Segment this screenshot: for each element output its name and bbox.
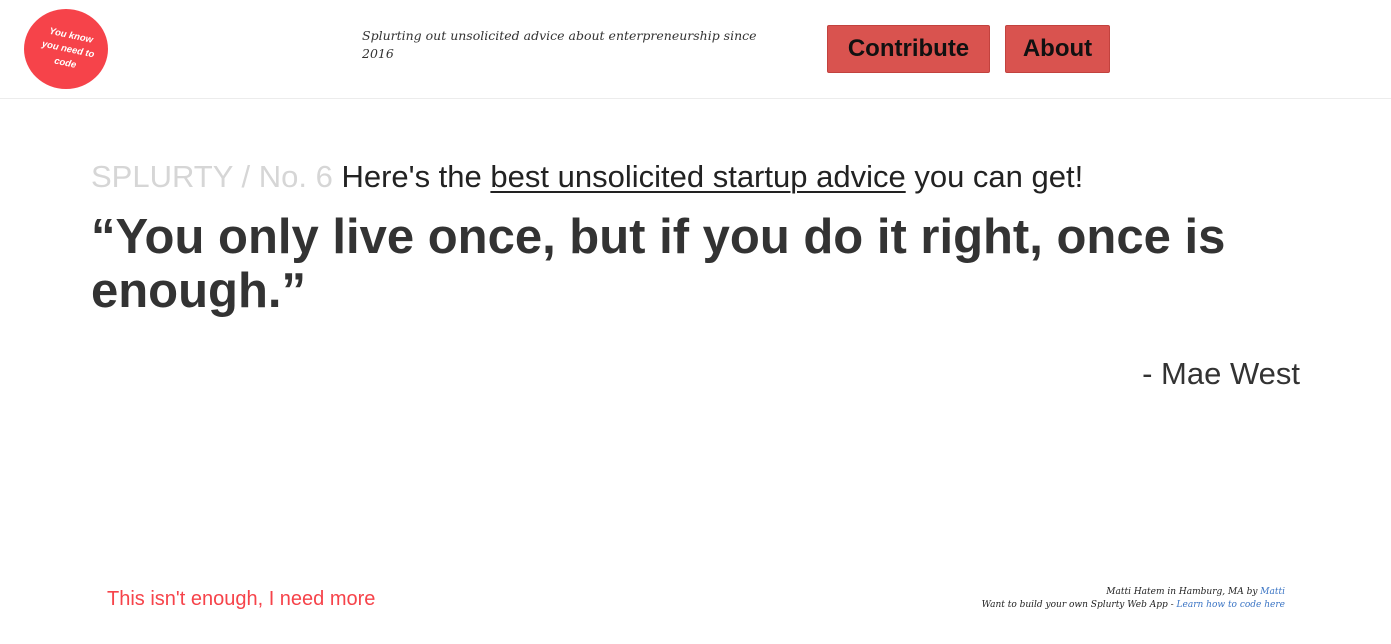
site-header: You know you need to code Splurting out …: [0, 0, 1391, 99]
intro-heading: SPLURTY / No. 6 Here's the best unsolici…: [91, 158, 1083, 196]
site-tagline: Splurting out unsolicited advice about e…: [362, 28, 757, 61]
credit-line-learn: Want to build your own Splurty Web App -…: [982, 599, 1285, 612]
credit-line-author: Matti Hatem in Hamburg, MA by Matti: [982, 586, 1285, 599]
quote-text: “You only live once, but if you do it ri…: [91, 210, 1226, 318]
more-quotes-link[interactable]: This isn't enough, I need more: [107, 587, 375, 611]
about-button[interactable]: About: [1005, 25, 1110, 73]
brand-name: SPLURTY: [91, 159, 233, 194]
footer-credits: Matti Hatem in Hamburg, MA by Matti Want…: [982, 586, 1285, 612]
advice-link[interactable]: best unsolicited startup advice: [490, 159, 905, 194]
credit-learn-text: Want to build your own Splurty Web App -: [981, 600, 1174, 610]
learn-to-code-link[interactable]: Learn how to code here: [1177, 600, 1285, 610]
contribute-button[interactable]: Contribute: [827, 25, 990, 73]
intro-text-before: Here's the: [341, 159, 482, 194]
issue-number: No. 6: [258, 159, 333, 194]
credit-author-text: Matti Hatem in Hamburg, MA by: [1106, 587, 1258, 597]
logo-text: You know you need to code: [40, 25, 96, 71]
quote-author: - Mae West: [1142, 356, 1300, 391]
logo-badge[interactable]: You know you need to code: [24, 9, 108, 89]
intro-text-after: you can get!: [914, 159, 1084, 194]
author-link[interactable]: Matti: [1260, 587, 1285, 597]
brand-separator: /: [232, 159, 259, 194]
